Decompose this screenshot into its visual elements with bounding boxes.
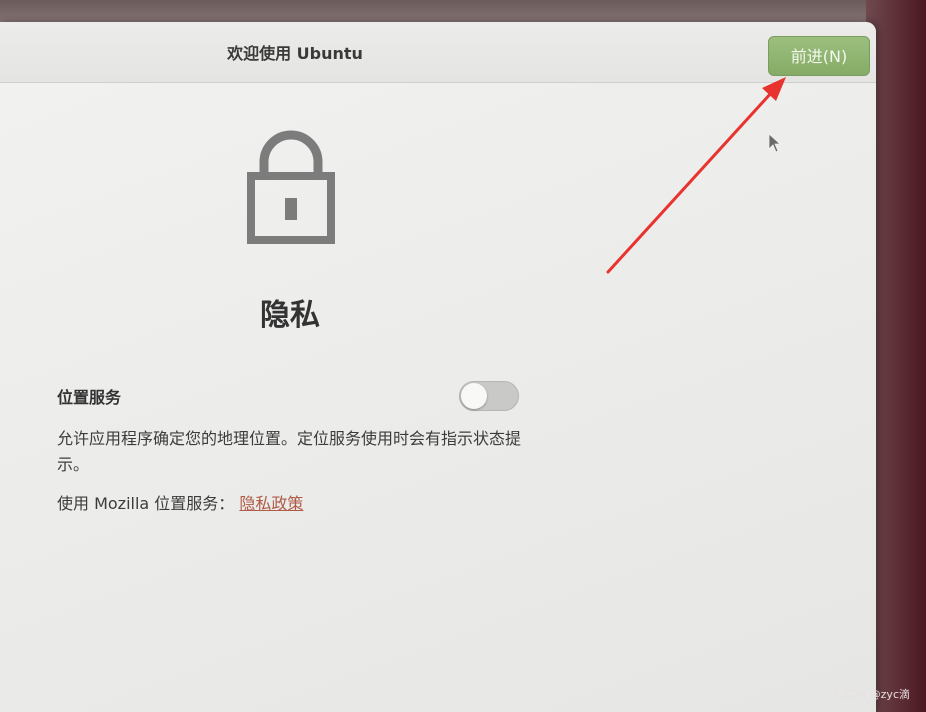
mozilla-service-text: 使用 Mozilla 位置服务： — [57, 494, 235, 513]
window-title: 欢迎使用 Ubuntu — [227, 44, 363, 63]
forward-button[interactable]: 前进(N) — [768, 36, 870, 76]
privacy-policy-link[interactable]: 隐私政策 — [239, 494, 303, 513]
mouse-pointer-icon — [768, 133, 782, 153]
location-service-label: 位置服务 — [57, 388, 122, 407]
mozilla-service-line: 使用 Mozilla 位置服务： 隐私政策 — [57, 490, 303, 514]
location-service-description: 允许应用程序确定您的地理位置。定位服务使用时会有指示状态提示。 — [57, 429, 522, 474]
watermark: CSDN @zyc滴 — [834, 688, 910, 701]
lock-icon — [247, 130, 335, 244]
window-header: 欢迎使用 Ubuntu 前进(N) — [0, 22, 876, 83]
toggle-knob — [461, 383, 487, 409]
location-service-toggle[interactable] — [459, 381, 519, 411]
welcome-window: 欢迎使用 Ubuntu 前进(N) 隐私 位置服务 允许应用程序确定您的地理位置… — [0, 22, 876, 712]
page-title: 隐私 — [260, 298, 320, 333]
